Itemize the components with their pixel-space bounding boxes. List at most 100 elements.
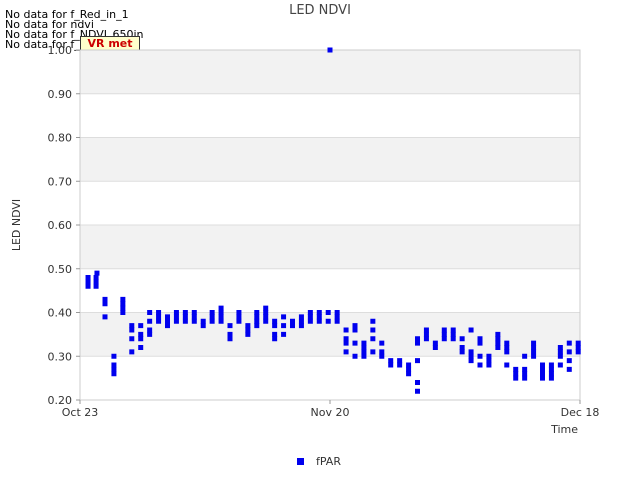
data-point (272, 336, 278, 342)
y-tick-label: 0.80 (48, 132, 73, 145)
data-point (325, 318, 331, 324)
data-point (298, 318, 304, 324)
data-point (486, 353, 492, 359)
data-point (352, 323, 358, 329)
data-point (450, 336, 456, 342)
data-point (477, 362, 483, 368)
data-point (343, 336, 349, 342)
data-point (156, 314, 162, 320)
data-point (423, 331, 429, 337)
y-tick-label: 0.50 (48, 263, 73, 276)
y-tick-label: 0.40 (48, 307, 73, 320)
data-point (548, 375, 554, 381)
data-point (227, 323, 233, 329)
data-point (245, 327, 251, 333)
data-point (459, 345, 465, 350)
data-point (459, 349, 465, 355)
data-point (120, 301, 126, 307)
data-point (548, 362, 554, 368)
data-point (522, 366, 528, 372)
data-point (85, 279, 91, 285)
data-point (173, 318, 179, 324)
data-point (254, 314, 260, 320)
data-point (120, 296, 126, 302)
legend-label-fpar: fPAR (316, 455, 341, 468)
data-point (182, 310, 188, 315)
data-point (138, 323, 144, 329)
data-point (513, 371, 519, 377)
data-point (423, 336, 429, 342)
y-axis-ticks: 0.200.300.400.500.600.700.800.901.00 (48, 44, 80, 407)
data-point (566, 358, 572, 364)
data-point (557, 362, 563, 368)
y-tick-label: 0.60 (48, 219, 73, 232)
data-point (272, 323, 278, 329)
plot-band (80, 93, 580, 138)
data-point (486, 362, 492, 368)
data-point (415, 336, 420, 342)
data-point (236, 318, 242, 324)
data-point (218, 310, 224, 315)
plot-band (80, 268, 580, 313)
data-point (531, 345, 537, 350)
data-point (147, 310, 153, 315)
data-point (307, 314, 313, 320)
data-point (298, 323, 304, 329)
data-point (441, 336, 447, 342)
data-point (236, 310, 242, 315)
data-point (540, 375, 545, 381)
data-point (325, 310, 331, 315)
data-point (272, 318, 278, 324)
data-point (263, 314, 269, 320)
data-point (147, 327, 153, 333)
data-point (495, 336, 501, 342)
data-point (504, 349, 510, 355)
data-point (263, 318, 269, 324)
data-point (415, 380, 420, 385)
data-point (486, 358, 492, 364)
y-tick-label: 0.30 (48, 350, 73, 363)
data-point (540, 362, 545, 368)
data-point (173, 314, 179, 320)
data-point (120, 310, 126, 315)
data-point (343, 327, 349, 333)
y-tick-label: 1.00 (48, 44, 73, 57)
data-point (191, 318, 197, 324)
data-point (165, 323, 170, 329)
data-point (415, 358, 420, 364)
plot-band (80, 137, 580, 182)
data-point (397, 358, 403, 364)
data-point (548, 371, 554, 377)
data-point (120, 305, 126, 311)
data-point (441, 331, 447, 337)
plot-band (80, 50, 580, 94)
data-point (388, 362, 394, 368)
data-point (477, 353, 483, 359)
data-point (361, 349, 367, 355)
data-point (352, 327, 358, 333)
data-point (557, 349, 563, 355)
data-point (173, 310, 179, 315)
data-point (406, 366, 412, 372)
data-point (200, 318, 206, 324)
data-point (334, 318, 340, 324)
data-point (93, 279, 99, 285)
data-point (566, 349, 572, 355)
data-point (254, 318, 260, 324)
x-tick-label: Oct 23 (62, 406, 99, 419)
data-point (504, 362, 510, 368)
data-point (111, 371, 117, 377)
legend-swatch-fpar (297, 458, 304, 465)
data-point (370, 327, 376, 333)
data-point (129, 323, 135, 329)
data-point (513, 375, 519, 381)
data-point (557, 345, 563, 350)
data-point (540, 371, 545, 377)
data-point (290, 318, 295, 324)
data-point (343, 349, 349, 355)
data-point (548, 366, 554, 372)
data-point (522, 371, 528, 377)
data-point (379, 349, 385, 355)
data-point (406, 362, 412, 368)
data-point (370, 336, 376, 342)
